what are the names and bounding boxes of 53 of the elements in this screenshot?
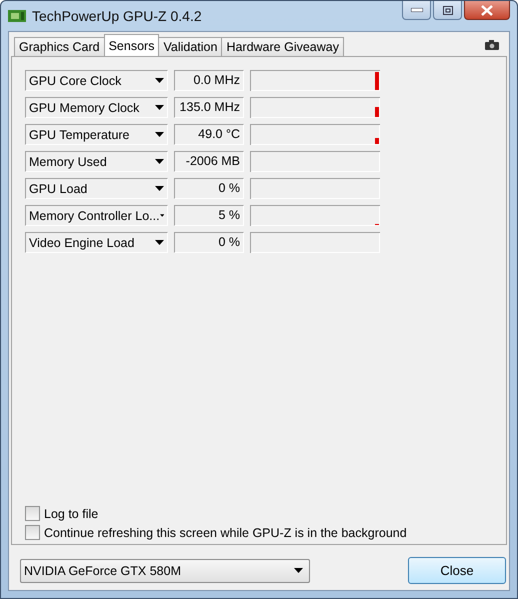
checkbox[interactable] xyxy=(25,525,40,540)
window-close-button[interactable] xyxy=(464,1,510,20)
dropdown-arrow-icon xyxy=(160,213,164,218)
tab[interactable]: Hardware Giveaway xyxy=(221,37,344,56)
sparkline xyxy=(375,138,379,144)
dropdown-arrow-icon xyxy=(155,78,164,83)
sensor-dropdown[interactable]: Video Engine Load xyxy=(25,232,168,253)
sensor-reading: 0 % xyxy=(174,178,244,199)
dropdown-arrow-icon xyxy=(155,240,164,245)
sensor-name: GPU Core Clock xyxy=(29,74,122,88)
sensor-reading: 135.0 MHz xyxy=(174,97,244,118)
dropdown-arrow-icon xyxy=(155,186,164,191)
minimize-button[interactable] xyxy=(402,1,431,20)
window-title: TechPowerUp GPU-Z 0.4.2 xyxy=(32,8,203,24)
close-icon xyxy=(481,4,493,16)
tab[interactable]: Sensors xyxy=(104,34,160,56)
minimize-icon xyxy=(410,8,422,12)
sensor-dropdown[interactable]: GPU Core Clock xyxy=(25,70,168,91)
gpu-dropdown[interactable]: NVIDIA GeForce GTX 580M xyxy=(20,558,310,582)
sensor-name: GPU Load xyxy=(29,182,88,196)
gpu-card-icon xyxy=(8,9,26,23)
maximize-icon xyxy=(442,6,452,14)
sensor-dropdown[interactable]: GPU Load xyxy=(25,178,168,199)
sensor-reading: -2006 MB xyxy=(174,151,244,172)
sensor-dropdown[interactable]: GPU Temperature xyxy=(25,124,168,145)
gpu-name: NVIDIA GeForce GTX 580M xyxy=(24,564,181,578)
sensor-dropdown[interactable]: GPU Memory Clock xyxy=(25,97,168,118)
close-button[interactable]: Close xyxy=(408,557,506,584)
sensor-reading: 49.0 °C xyxy=(174,124,244,145)
sparkline xyxy=(375,107,379,117)
sensor-reading: 0 % xyxy=(174,232,244,253)
dropdown-arrow-icon xyxy=(155,159,164,164)
checkbox-label: Log to file xyxy=(44,506,98,520)
tab[interactable]: Validation xyxy=(158,37,222,56)
sensor-name: Memory Controller Lo... xyxy=(29,208,160,222)
checkbox[interactable] xyxy=(25,506,40,521)
sensor-name: GPU Memory Clock xyxy=(29,100,140,114)
sensor-dropdown[interactable]: Memory Controller Lo... xyxy=(25,205,168,226)
sensor-name: Video Engine Load xyxy=(29,236,134,250)
sensor-reading: 0.0 MHz xyxy=(174,70,244,91)
tab[interactable]: Graphics Card xyxy=(14,37,105,56)
sparkline xyxy=(375,72,379,90)
sparkline xyxy=(375,224,379,225)
sensor-reading: 5 % xyxy=(174,205,244,226)
checkbox-label: Continue refreshing this screen while GPU-Z is in the background xyxy=(44,526,407,540)
camera-icon[interactable] xyxy=(485,40,499,50)
sensor-name: Memory Used xyxy=(29,154,107,168)
sensor-name: GPU Temperature xyxy=(29,128,130,142)
dropdown-arrow-icon xyxy=(155,132,164,137)
dropdown-arrow-icon xyxy=(294,568,303,573)
sensor-dropdown[interactable]: Memory Used xyxy=(25,151,168,172)
maximize-button[interactable] xyxy=(433,1,462,20)
dropdown-arrow-icon xyxy=(155,105,164,110)
